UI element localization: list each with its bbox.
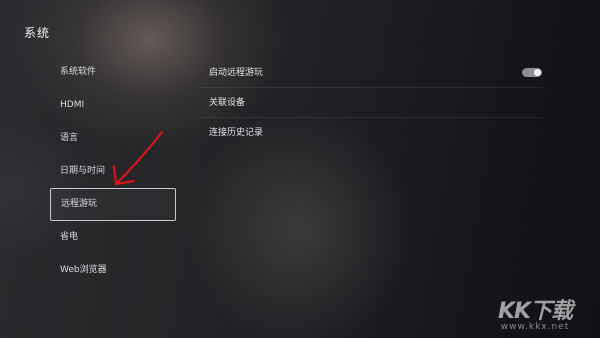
watermark-logo: KK下载	[497, 299, 573, 324]
setting-connection-history[interactable]: 连接历史记录	[200, 118, 542, 148]
setting-enable-remote-play[interactable]: 启动远程游玩	[200, 58, 542, 88]
settings-content: 启动远程游玩 关联设备 连接历史记录	[200, 58, 542, 148]
sidebar-item-label: 远程游玩	[61, 199, 98, 209]
setting-label: 连接历史记录	[209, 128, 264, 138]
sidebar-item-hdmi[interactable]: HDMI	[50, 89, 176, 122]
setting-label: 关联设备	[209, 98, 246, 108]
sidebar-item-label: Web浏览器	[60, 265, 107, 275]
watermark-url: www.kkx.net	[500, 322, 570, 332]
sidebar-item-label: 日期与时间	[60, 166, 106, 176]
sidebar-item-language[interactable]: 语言	[50, 122, 176, 155]
remote-play-toggle[interactable]	[522, 68, 542, 77]
sidebar-item-system-software[interactable]: 系统软件	[50, 56, 176, 89]
sidebar-item-label: 语言	[60, 133, 79, 143]
toggle-knob	[534, 69, 541, 76]
sidebar-item-power-saving[interactable]: 省电	[50, 221, 176, 254]
sidebar-item-date-time[interactable]: 日期与时间	[50, 155, 176, 188]
sidebar-item-label: 系统软件	[60, 67, 97, 77]
watermark: KK下载 www.kkx.net	[490, 293, 580, 332]
page-title: 系统	[24, 26, 51, 40]
sidebar-item-remote-play[interactable]: 远程游玩	[50, 188, 176, 221]
sidebar-item-web-browser[interactable]: Web浏览器	[50, 254, 176, 287]
settings-sidebar: 系统软件 HDMI 语言 日期与时间 远程游玩 省电 Web浏览器	[50, 56, 176, 287]
setting-linked-devices[interactable]: 关联设备	[200, 88, 542, 118]
sidebar-item-label: HDMI	[60, 100, 85, 110]
sidebar-item-label: 省电	[60, 232, 79, 242]
setting-label: 启动远程游玩	[209, 68, 264, 78]
